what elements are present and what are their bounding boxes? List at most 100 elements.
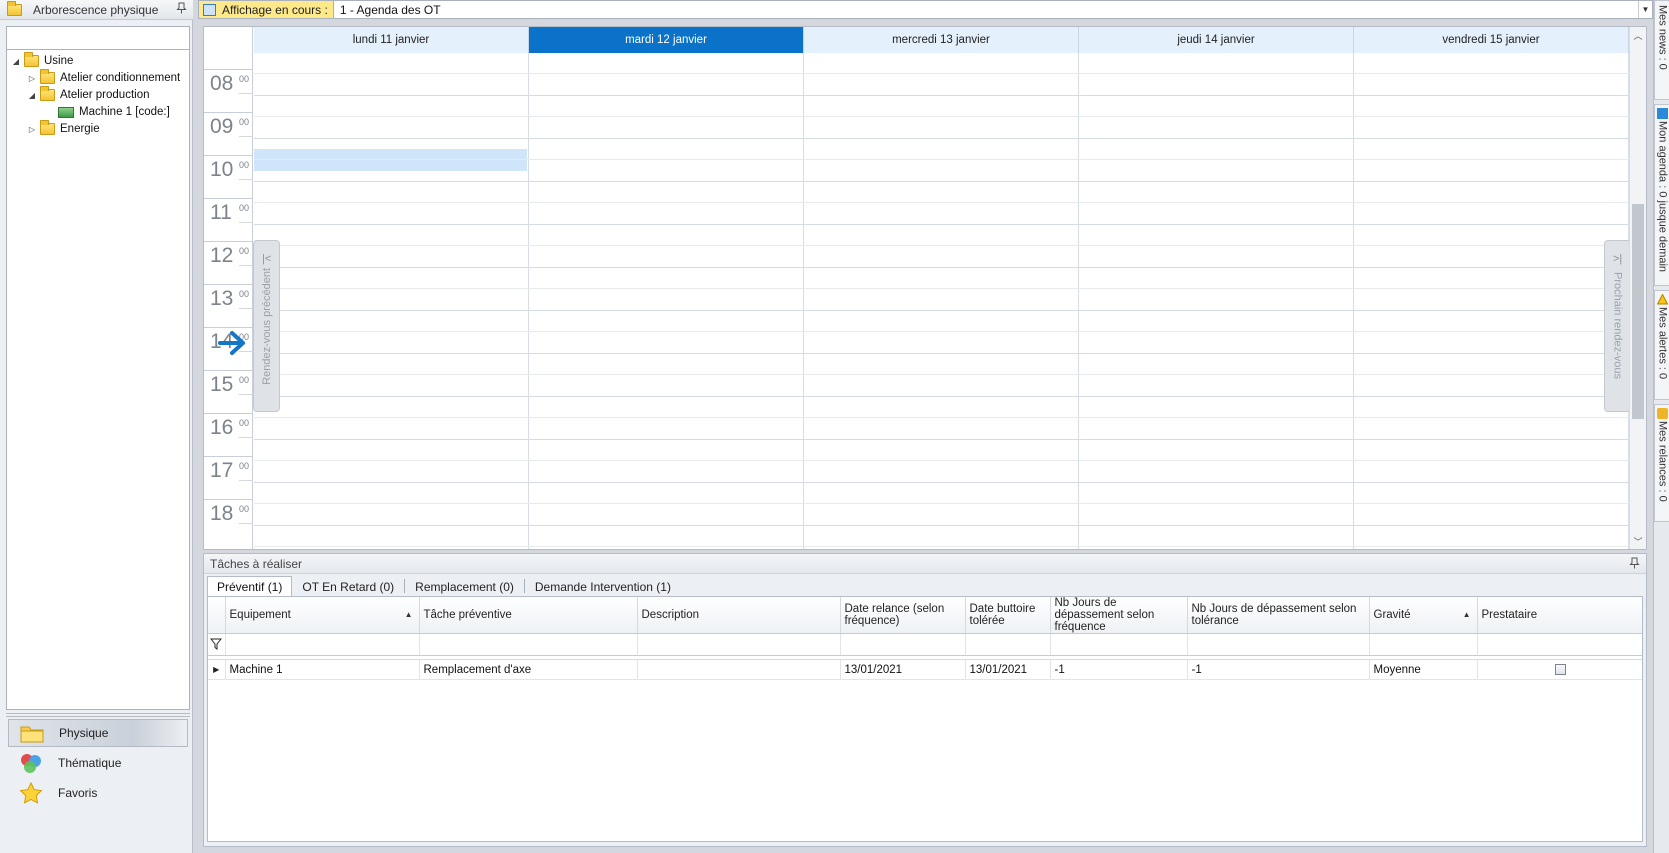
column-header-gravite[interactable]: Gravité ▲ [1369,597,1478,634]
side-tab-alertes[interactable]: Mes alertes : 0 [1654,290,1669,400]
calendar-scrollbar[interactable]: ︿ ﹀ [1629,27,1646,549]
minute-value: 00 [239,461,250,471]
column-header-nb-jours-frequence[interactable]: Nb Jours de dépassement selon fréquence [1050,597,1188,634]
filter-cell[interactable] [840,633,966,656]
prestataire-checkbox[interactable] [1555,663,1566,675]
filter-cell[interactable] [225,633,420,656]
half-hour-tick [239,480,253,481]
column-header-equipement[interactable]: Equipement ▲ [225,597,420,634]
hour-separator [204,499,253,500]
scroll-up-icon[interactable]: ︿ [1630,29,1646,43]
expand-toggle-icon[interactable]: ▷ [27,74,37,83]
nav-button-favoris[interactable]: Favoris [8,779,188,807]
column-header-date-buttoire[interactable]: Date buttoire tolérée [965,597,1051,634]
folder-icon [40,86,55,101]
chevron-down-icon[interactable]: ▼ [1638,1,1652,18]
grid-line [254,288,1629,289]
star-icon [18,781,44,804]
tree-item-atelier-conditionnement[interactable]: ▷ Atelier conditionnement [27,69,180,87]
grid-line [254,138,1629,139]
folder-icon [7,0,22,16]
column-header-date-relance[interactable]: Date relance (selon fréquence) [840,597,966,634]
hour-value: 16 [210,416,234,439]
minute-value: 00 [239,289,250,299]
tree-item-label: Machine 1 [code:] [79,106,170,118]
grid-line [254,482,1629,483]
filter-cell[interactable] [965,633,1051,656]
grid-line [254,159,1629,160]
filter-cell[interactable] [1050,633,1188,656]
scroll-down-icon[interactable]: ﹀ [1630,535,1646,549]
filter-cell[interactable] [419,633,638,656]
grid-line [254,202,1629,203]
column-header-nb-jours-tolerance[interactable]: Nb Jours de dépassement selon tolérance [1187,597,1370,634]
grid-line [254,116,1629,117]
tab-demande-intervention[interactable]: Demande Intervention (1) [525,576,681,596]
filter-cell[interactable] [1477,633,1642,656]
day-column[interactable] [529,53,804,549]
tree-item-usine[interactable]: ◢ Usine [11,52,73,70]
side-tab-relances[interactable]: Mes relances : 0 [1654,404,1669,522]
hour-value: 09 [210,115,234,138]
pin-icon[interactable] [1629,557,1640,572]
hour-label: 10 00 [209,157,253,203]
calendar-grid[interactable] [254,53,1629,549]
tab-ot-en-retard[interactable]: OT En Retard (0) [292,576,404,596]
filter-cell[interactable] [1369,633,1478,656]
table-header-row: Equipement ▲ Tâche préventive Description… [208,597,1642,634]
tree-search-input[interactable] [6,26,190,50]
tree-item-machine-1[interactable]: Machine 1 [code:] [58,103,170,121]
filter-cell[interactable] [1187,633,1370,656]
scrollbar-thumb[interactable] [1632,204,1644,419]
filter-icon[interactable] [208,633,226,656]
view-selector-bar[interactable]: Affichage en cours : 1 - Agenda des OT ▼ [198,0,1653,19]
day-header[interactable]: lundi 11 janvier [254,27,529,53]
day-column[interactable] [804,53,1079,549]
expand-toggle-icon[interactable]: ▷ [27,125,37,134]
current-view-value[interactable]: 1 - Agenda des OT [340,3,441,17]
panel-splitter[interactable] [6,713,190,717]
column-header-prestataire[interactable]: Prestataire [1477,597,1642,634]
column-header-tache[interactable]: Tâche préventive [419,597,638,634]
collapse-toggle-icon[interactable]: ◢ [27,91,37,100]
grid-line [254,417,1629,418]
nav-button-physique[interactable]: Physique [8,719,188,747]
cell-nb-jours-tolerance: -1 [1187,659,1370,680]
tasks-panel-title: Tâches à réaliser [210,556,303,571]
tree-item-energie[interactable]: ▷ Energie [27,120,100,138]
day-header[interactable]: mercredi 13 janvier [804,27,1079,53]
side-tab-agenda[interactable]: Mon agenda : 0 jusque demain [1654,104,1669,286]
day-header[interactable]: vendredi 15 janvier [1354,27,1629,53]
hour-label: 11 00 [209,200,253,246]
next-chevron-icon: >| [1613,253,1623,265]
column-header-description[interactable]: Description [637,597,841,634]
nav-button-thematique[interactable]: Thématique [8,749,188,777]
day-column[interactable] [254,53,529,549]
table-row[interactable]: ▶ Machine 1 Remplacement d'axe 13/01/202… [208,659,1642,680]
day-column[interactable] [1079,53,1354,549]
hour-separator [204,155,253,156]
grid-line [254,310,1629,311]
day-column[interactable] [1354,53,1629,549]
tab-remplacement[interactable]: Remplacement (0) [405,576,524,596]
tree-item-atelier-production[interactable]: ◢ Atelier production [27,86,150,104]
minute-value: 00 [239,418,250,428]
minute-value: 00 [239,117,250,127]
day-header[interactable]: jeudi 14 janvier [1079,27,1354,53]
column-header-label: Tâche préventive [423,609,512,621]
collapse-toggle-icon[interactable]: ◢ [11,57,21,66]
tab-preventif[interactable]: Préventif (1) [207,576,293,596]
filter-cell[interactable] [637,633,841,656]
pin-icon[interactable] [176,2,187,17]
filter-row [208,633,1642,656]
hour-separator [204,284,253,285]
next-appointment-button[interactable]: >| Prochain rendez-vous [1604,240,1631,412]
minute-value: 00 [239,504,250,514]
hour-value: 13 [210,287,234,310]
day-header[interactable]: mardi 12 janvier [529,27,804,53]
hour-label: 15 00 [209,372,253,418]
side-tab-news[interactable]: Mes news : 0 [1654,0,1669,100]
left-panel-title: Arborescence physique [33,2,159,17]
hour-label: 08 00 [209,71,253,117]
previous-appointment-button[interactable]: |< Rendez-vous précédent [253,240,280,412]
